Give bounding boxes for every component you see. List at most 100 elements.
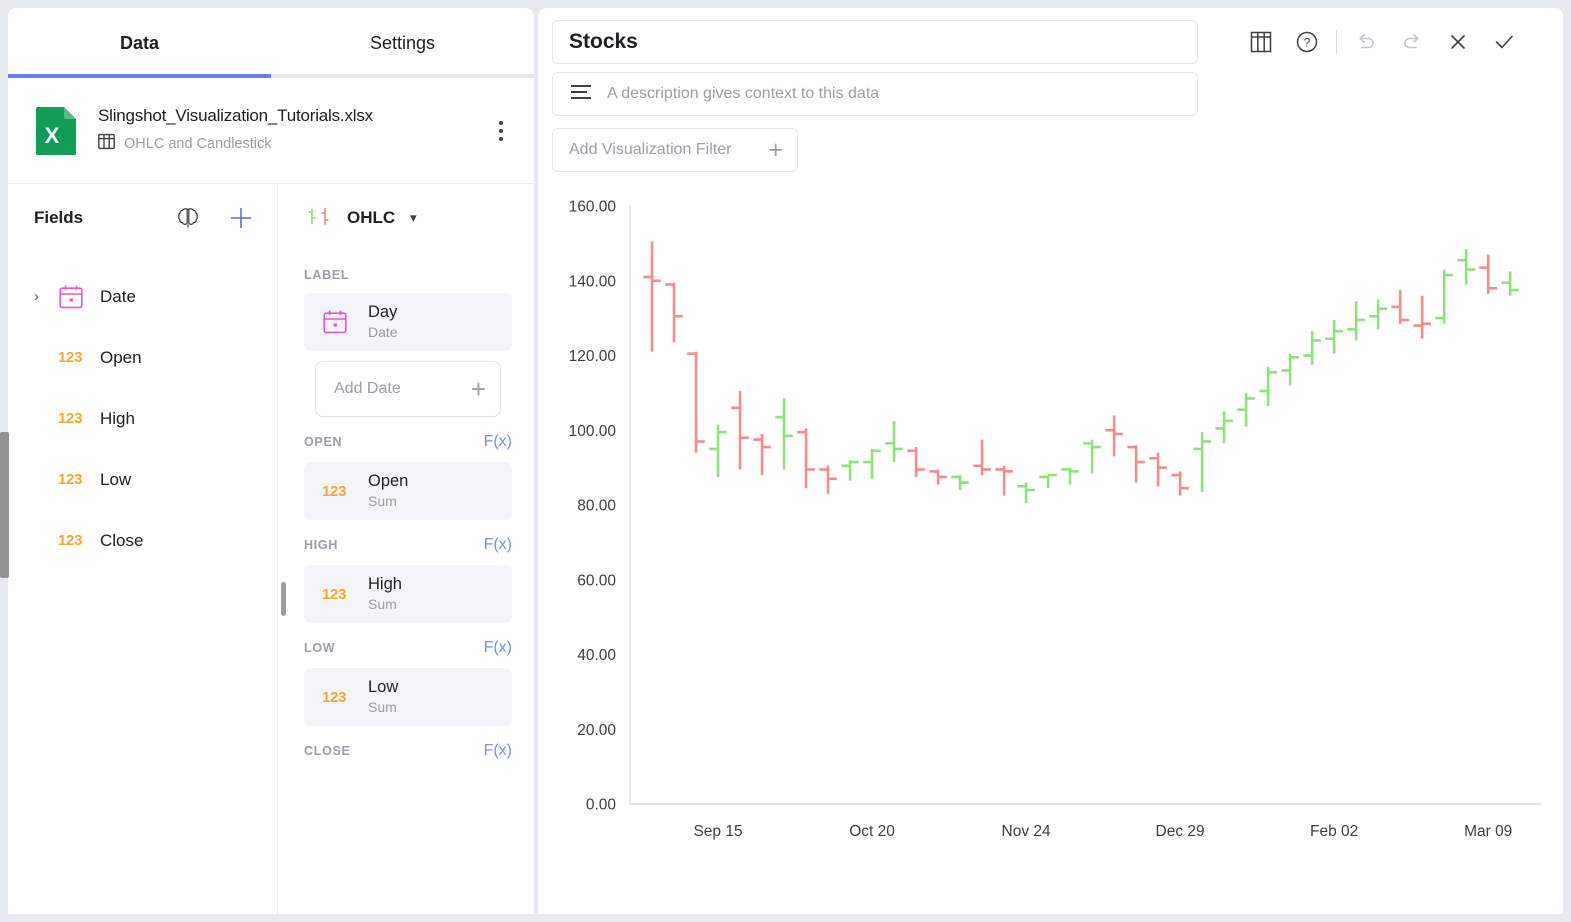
file-info-row[interactable]: X Slingshot_Visualization_Tutorials.xlsx…: [8, 78, 534, 184]
chip-title: Day: [368, 303, 398, 322]
table-view-icon[interactable]: [1238, 20, 1284, 64]
ohlc-bar[interactable]: [1303, 331, 1321, 365]
viz-description-input[interactable]: A description gives context to this data: [552, 72, 1198, 116]
fields-list: › Date ›: [8, 252, 277, 571]
fx-button-high[interactable]: F(x): [484, 536, 512, 554]
add-visualization-filter-button[interactable]: Add Visualization Filter +: [552, 128, 798, 172]
ohlc-bar[interactable]: [1325, 320, 1343, 354]
ohlc-bar[interactable]: [1281, 354, 1299, 386]
ohlc-bar[interactable]: [1413, 296, 1431, 339]
ohlc-bar[interactable]: [1039, 475, 1057, 488]
outer-vertical-scrollbar[interactable]: [0, 432, 9, 578]
y-axis-tick-label: 100.00: [569, 423, 617, 440]
tab-data[interactable]: Data: [8, 8, 271, 78]
add-date-label: Add Date: [334, 380, 401, 398]
y-axis-tick-label: 80.00: [577, 498, 616, 515]
add-field-plus-icon[interactable]: [227, 204, 255, 232]
ohlc-bar[interactable]: [709, 425, 727, 477]
redo-icon[interactable]: [1389, 20, 1435, 64]
chevron-down-icon[interactable]: ▾: [410, 210, 417, 226]
viz-title-input[interactable]: Stocks: [552, 20, 1198, 64]
ohlc-bar[interactable]: [1215, 412, 1233, 444]
ohlc-bar[interactable]: [1171, 471, 1189, 495]
ohlc-bar[interactable]: [819, 466, 837, 494]
confirm-check-icon[interactable]: [1481, 20, 1527, 64]
ohlc-bar[interactable]: [863, 449, 881, 479]
x-axis-tick-label: Nov 24: [1002, 823, 1051, 840]
ohlc-bar[interactable]: [885, 421, 903, 462]
chevron-right-icon[interactable]: ›: [34, 288, 58, 305]
config-pane-scrollbar[interactable]: [281, 582, 286, 616]
panel-columns: Fields: [8, 184, 534, 914]
ohlc-bar[interactable]: [907, 447, 925, 477]
viz-toolbar: ?: [1238, 20, 1527, 64]
ohlc-bar[interactable]: [1391, 290, 1409, 324]
tab-settings[interactable]: Settings: [271, 8, 534, 78]
ohlc-bar[interactable]: [995, 466, 1013, 496]
chip-text: Open Sum: [368, 472, 408, 510]
ohlc-bar[interactable]: [1237, 393, 1255, 427]
fx-button-open[interactable]: F(x): [484, 433, 512, 451]
brain-icon[interactable]: [175, 205, 201, 231]
ohlc-bar[interactable]: [973, 440, 991, 476]
fx-button-close[interactable]: F(x): [484, 742, 512, 760]
visualization-editor: Data Settings X Slingshot_Visualization_…: [0, 0, 1571, 922]
field-item-low[interactable]: › 123 Low: [8, 449, 277, 510]
ohlc-bar[interactable]: [1457, 249, 1475, 285]
file-meta: Slingshot_Visualization_Tutorials.xlsx O…: [98, 106, 486, 155]
ohlc-bar[interactable]: [753, 434, 771, 475]
ohlc-bar[interactable]: [1149, 453, 1167, 487]
viz-type-selector[interactable]: OHLC ▾: [304, 184, 512, 252]
ohlc-bar[interactable]: [1259, 367, 1277, 406]
ohlc-bar[interactable]: [841, 460, 859, 481]
ohlc-bar[interactable]: [731, 391, 749, 469]
ohlc-bar[interactable]: [1127, 445, 1145, 482]
title-row: Stocks ?: [552, 20, 1549, 64]
high-chip[interactable]: 123 High Sum: [304, 565, 512, 623]
ohlc-bar[interactable]: [1501, 271, 1519, 295]
ohlc-bar[interactable]: [1017, 483, 1035, 504]
ohlc-bar[interactable]: [1347, 301, 1365, 340]
help-icon[interactable]: ?: [1284, 20, 1330, 64]
ohlc-bar[interactable]: [797, 428, 815, 488]
excel-file-icon: X: [34, 105, 78, 157]
viz-header: Stocks ?: [538, 8, 1563, 172]
fx-button-low[interactable]: F(x): [484, 639, 512, 657]
ohlc-bar[interactable]: [775, 398, 793, 469]
section-header-close: CLOSE F(x): [304, 742, 512, 760]
y-axis-tick-label: 140.00: [569, 273, 617, 290]
add-date-button[interactable]: Add Date +: [315, 361, 501, 417]
section-title: LABEL: [304, 268, 349, 282]
open-chip[interactable]: 123 Open Sum: [304, 462, 512, 520]
ohlc-bar[interactable]: [665, 283, 683, 343]
ohlc-bar[interactable]: [929, 469, 947, 484]
kebab-menu-icon[interactable]: [486, 111, 516, 151]
label-chip-day[interactable]: Day Date: [304, 293, 512, 351]
tab-data-label: Data: [120, 33, 159, 54]
chip-subtitle: Date: [368, 323, 398, 341]
ohlc-bar[interactable]: [1479, 255, 1497, 294]
undo-icon[interactable]: [1343, 20, 1389, 64]
low-chip[interactable]: 123 Low Sum: [304, 668, 512, 726]
file-sheet-row: OHLC and Candlestick: [98, 133, 486, 155]
ohlc-bar[interactable]: [1105, 415, 1123, 456]
ohlc-bar[interactable]: [951, 475, 969, 490]
field-item-close[interactable]: › 123 Close: [8, 510, 277, 571]
field-item-open[interactable]: › 123 Open: [8, 327, 277, 388]
ohlc-bar[interactable]: [1435, 270, 1453, 324]
description-lines-icon: [569, 83, 593, 106]
tab-active-underline: [8, 74, 271, 78]
ohlc-bar[interactable]: [1083, 440, 1101, 474]
svg-text:X: X: [45, 123, 60, 148]
chip-title: Open: [368, 472, 408, 491]
ohlc-bar[interactable]: [1193, 432, 1211, 492]
ohlc-bar[interactable]: [643, 242, 661, 352]
field-item-date[interactable]: › Date: [8, 266, 277, 327]
ohlc-bar[interactable]: [1061, 468, 1079, 485]
ohlc-bar[interactable]: [1369, 299, 1387, 329]
close-icon[interactable]: [1435, 20, 1481, 64]
ohlc-bar[interactable]: [687, 352, 705, 453]
field-label: Open: [100, 348, 142, 368]
field-item-high[interactable]: › 123 High: [8, 388, 277, 449]
fields-header-actions: [175, 204, 255, 232]
